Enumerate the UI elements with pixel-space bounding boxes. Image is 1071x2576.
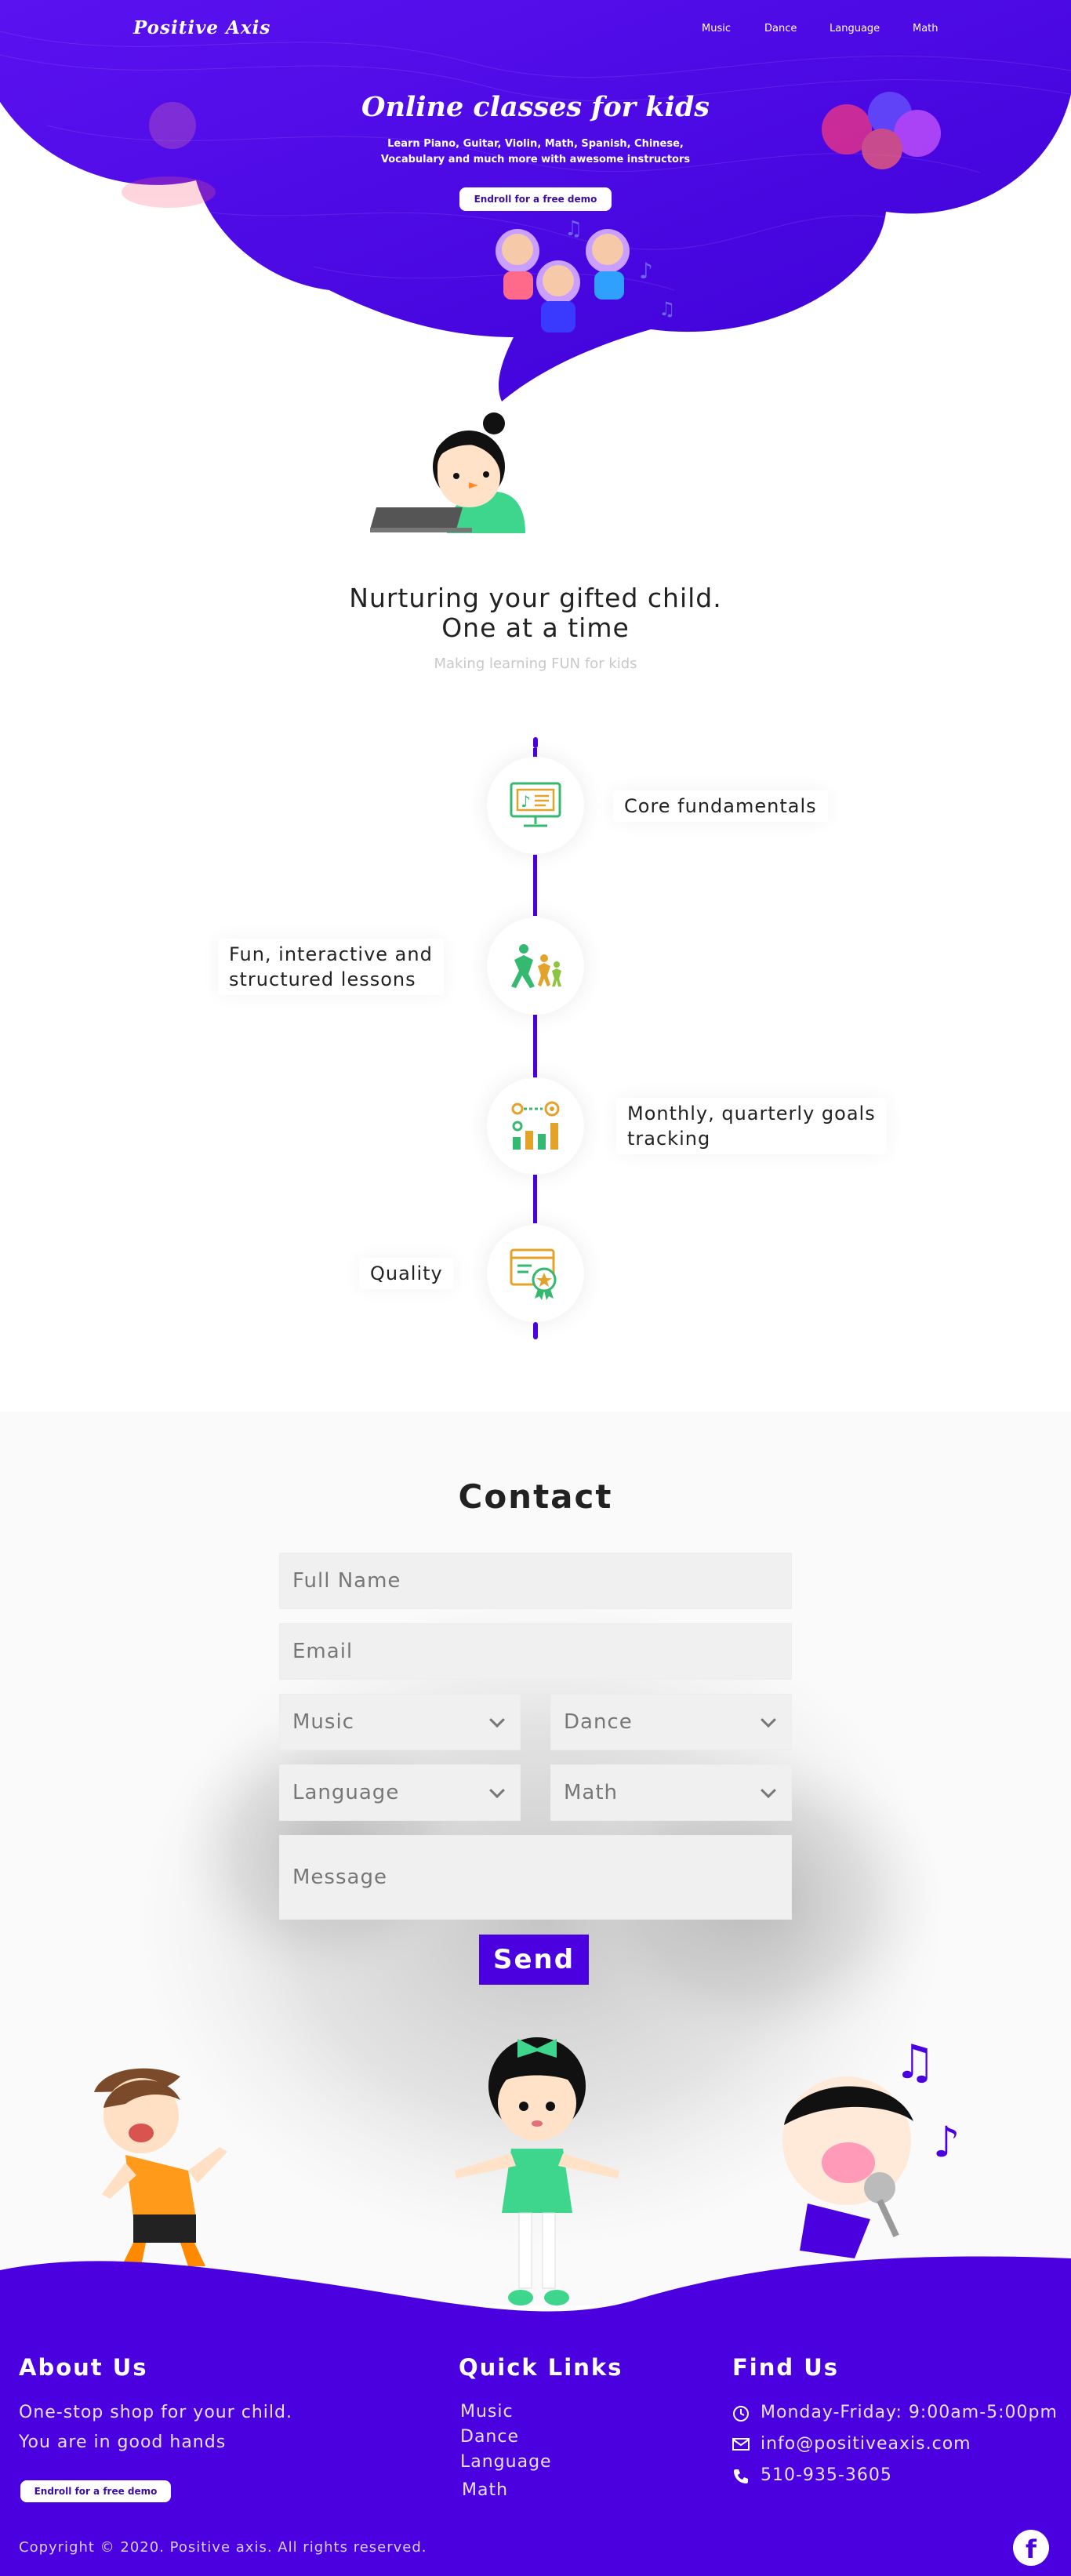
goals-chart-icon bbox=[511, 1101, 560, 1150]
facebook-icon[interactable]: f bbox=[1013, 2530, 1049, 2566]
timeline-line bbox=[533, 1175, 537, 1223]
svg-text:♫: ♫ bbox=[565, 217, 583, 241]
feature-icon-circle: ♪ bbox=[487, 757, 584, 854]
hero-subtitle-line1: Learn Piano, Guitar, Violin, Math, Spani… bbox=[387, 138, 684, 150]
feature-icon-circle bbox=[487, 917, 584, 1015]
nurture-heading: Nurturing your gifted child. One at a ti… bbox=[0, 583, 1071, 643]
music-lesson-monitor-icon: ♪ bbox=[510, 782, 561, 827]
svg-text:♫: ♫ bbox=[659, 298, 676, 320]
email-icon bbox=[732, 2438, 750, 2451]
nav-item-dance[interactable]: Dance bbox=[764, 23, 797, 35]
phone-icon bbox=[734, 2469, 748, 2483]
nav-item-math[interactable]: Math bbox=[913, 23, 938, 35]
send-button[interactable]: Send bbox=[479, 1935, 589, 1985]
svg-text:♪: ♪ bbox=[639, 258, 653, 284]
nurture-subtitle: Making learning FUN for kids bbox=[434, 656, 637, 672]
chevron-down-icon bbox=[761, 1712, 776, 1728]
music-select[interactable]: Music bbox=[279, 1694, 521, 1750]
svg-text:♪: ♪ bbox=[521, 792, 531, 811]
language-select[interactable]: Language bbox=[279, 1764, 521, 1821]
singing-boy-illustration: ♫ ♪ bbox=[782, 2039, 960, 2258]
about-us-heading: About Us bbox=[19, 2354, 148, 2381]
timeline-end-cap bbox=[533, 1322, 538, 1339]
girl-with-laptop-illustration bbox=[370, 412, 525, 533]
feature-label-interactive: Fun, interactive and structured lessons bbox=[218, 939, 444, 995]
hero-title: Online classes for kids bbox=[361, 91, 710, 123]
dance-select-value: Dance bbox=[564, 1710, 633, 1734]
quick-link-music[interactable]: Music bbox=[460, 2402, 514, 2422]
feature-icon-circle bbox=[487, 1077, 584, 1175]
brand-logo[interactable]: Positive Axis bbox=[133, 17, 270, 38]
full-name-field[interactable]: Full Name bbox=[279, 1553, 792, 1609]
quick-link-dance[interactable]: Dance bbox=[460, 2427, 519, 2447]
find-us-heading: Find Us bbox=[732, 2354, 840, 2381]
timeline-line bbox=[533, 855, 537, 916]
dancing-kids-icon bbox=[511, 944, 561, 988]
feature-label-core: Core fundamentals bbox=[613, 790, 828, 822]
free-demo-button[interactable]: Endroll for a free demo bbox=[459, 187, 612, 211]
chevron-down-icon bbox=[489, 1782, 505, 1799]
quality-badge-icon bbox=[510, 1248, 557, 1300]
svg-text:♪: ♪ bbox=[933, 2117, 960, 2167]
nav-item-language[interactable]: Language bbox=[830, 23, 880, 35]
contact-email[interactable]: info@positiveaxis.com bbox=[761, 2434, 971, 2454]
feature-label-goals: Monthly, quarterly goals tracking bbox=[616, 1098, 887, 1154]
math-select-value: Math bbox=[564, 1781, 619, 1804]
quick-link-math[interactable]: Math bbox=[462, 2480, 508, 2500]
quick-links-heading: Quick Links bbox=[459, 2354, 623, 2381]
nav-item-music[interactable]: Music bbox=[702, 23, 731, 35]
laughing-boy-illustration bbox=[94, 2068, 227, 2266]
about-us-line1: One-stop shop for your child. bbox=[19, 2403, 292, 2422]
music-select-value: Music bbox=[292, 1710, 354, 1734]
email-field[interactable]: Email bbox=[279, 1623, 792, 1680]
copyright-text: Copyright © 2020. Positive axis. All rig… bbox=[19, 2539, 427, 2556]
contact-heading: Contact bbox=[458, 1477, 613, 1516]
contact-phone[interactable]: 510-935-3605 bbox=[761, 2465, 892, 2485]
hero-section: ♪ ♫ ♫ Positive Axis Music Dance Language… bbox=[0, 0, 1071, 408]
nurture-heading-line2: One at a time bbox=[441, 612, 630, 643]
chevron-down-icon bbox=[489, 1712, 505, 1728]
chevron-down-icon bbox=[761, 1782, 776, 1799]
timeline-line bbox=[533, 1015, 537, 1077]
clock-icon bbox=[733, 2406, 749, 2422]
hero-subtitle: Learn Piano, Guitar, Violin, Math, Spani… bbox=[339, 136, 732, 168]
nurture-heading-line1: Nurturing your gifted child. bbox=[349, 583, 722, 613]
dance-select[interactable]: Dance bbox=[550, 1694, 792, 1750]
quick-link-language[interactable]: Language bbox=[460, 2452, 552, 2472]
business-hours: Monday-Friday: 9:00am-5:00pm bbox=[761, 2403, 1058, 2422]
timeline-start-cap bbox=[533, 737, 538, 748]
feature-label-quality: Quality bbox=[359, 1258, 454, 1289]
footer-free-demo-button[interactable]: Endroll for a free demo bbox=[20, 2480, 171, 2502]
about-us-line2: You are in good hands bbox=[19, 2432, 227, 2452]
svg-text:♫: ♫ bbox=[894, 2039, 936, 2090]
message-field[interactable]: Message bbox=[279, 1835, 792, 1920]
hero-subtitle-line2: Vocabulary and much more with awesome in… bbox=[380, 154, 691, 165]
feature-icon-circle bbox=[487, 1225, 584, 1322]
math-select[interactable]: Math bbox=[550, 1764, 792, 1821]
language-select-value: Language bbox=[292, 1781, 400, 1804]
